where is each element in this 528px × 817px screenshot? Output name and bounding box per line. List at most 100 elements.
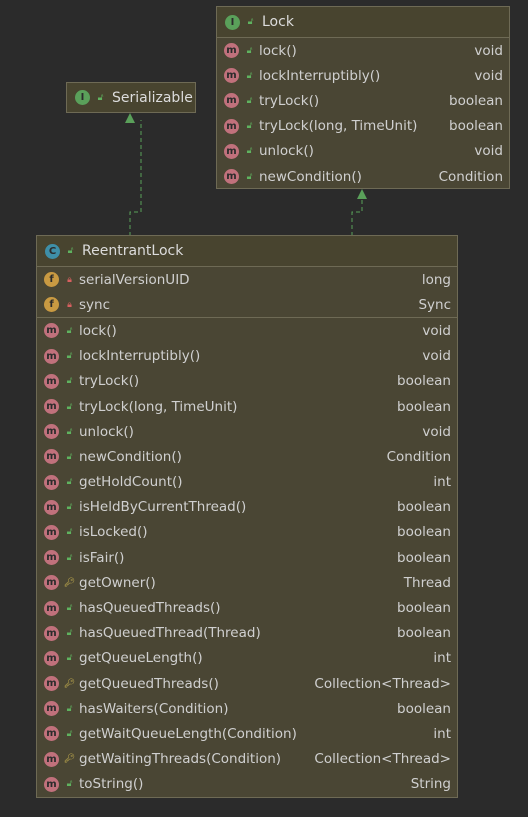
reentrant-methods-row[interactable]: m 🔓︎ hasQueuedThreads() boolean — [37, 595, 457, 620]
reentrant-methods-label: tryLock() — [79, 373, 140, 390]
reentrant-methods-row[interactable]: m 🔓︎ lock() void — [37, 318, 457, 343]
method-icon: m — [44, 751, 59, 767]
lock-methods-row[interactable]: m 🔓︎ newCondition() Condition — [217, 164, 509, 189]
reentrantlock-methods: m 🔓︎ lock() void m 🔓︎ lockInterruptibly() void m… — [37, 317, 457, 797]
public-icon: 🔓︎ — [66, 325, 73, 336]
method-icon: m — [224, 143, 239, 159]
public-icon: 🔓︎ — [246, 121, 253, 132]
lock-methods-row[interactable]: m 🔓︎ tryLock(long, TimeUnit) boolean — [217, 114, 509, 139]
reentrant-methods-row[interactable]: m 🔑︎ getQueuedThreads() Collection<Thread> — [37, 671, 457, 696]
public-icon: 🔓︎ — [66, 401, 73, 412]
reentrant-methods-type: void — [422, 322, 451, 339]
reentrantlock-fields: f 🔒︎ serialVersionUID long f 🔒︎ sync Sync — [37, 267, 457, 317]
reentrant-methods-type: boolean — [397, 373, 451, 390]
reentrant-methods-row[interactable]: m 🔓︎ tryLock() boolean — [37, 369, 457, 394]
lock-methods-row[interactable]: m 🔓︎ lock() void — [217, 38, 509, 63]
lock-methods-label: lockInterruptibly() — [259, 67, 381, 84]
public-icon: 🔓︎ — [66, 552, 73, 563]
reentrant-methods-type: boolean — [397, 499, 451, 516]
reentrant-methods-label: getQueueLength() — [79, 650, 203, 667]
lock-methods-type: void — [474, 67, 503, 84]
public-icon: 🔓︎ — [66, 502, 73, 513]
public-icon: 🔓︎ — [66, 426, 73, 437]
reentrant-methods-row[interactable]: m 🔓︎ isHeldByCurrentThread() boolean — [37, 495, 457, 520]
reentrant-methods-label: tryLock(long, TimeUnit) — [79, 398, 238, 415]
method-icon: m — [44, 550, 59, 566]
lock-methods-row[interactable]: m 🔓︎ lockInterruptibly() void — [217, 63, 509, 88]
public-icon: 🔓︎ — [246, 70, 253, 81]
method-icon: m — [44, 650, 59, 666]
reentrant-methods-type: String — [410, 776, 451, 793]
reentrant-methods-label: lockInterruptibly() — [79, 348, 201, 365]
serializable-node[interactable]: I 🔓︎ Serializable — [66, 82, 196, 113]
method-icon: m — [44, 474, 59, 490]
method-icon: m — [44, 726, 59, 742]
reentrant-methods-type: int — [433, 650, 451, 667]
lock-methods-type: Condition — [438, 168, 503, 185]
lock-methods-label: tryLock(long, TimeUnit) — [259, 118, 418, 135]
reentrant-methods-row[interactable]: m 🔓︎ hasQueuedThread(Thread) boolean — [37, 621, 457, 646]
class-icon: C — [45, 243, 60, 259]
method-icon: m — [44, 499, 59, 515]
method-icon: m — [44, 776, 59, 792]
public-icon: 🔓︎ — [66, 603, 73, 614]
reentrant-methods-label: isFair() — [79, 549, 125, 566]
lock-methods-type: boolean — [449, 118, 503, 135]
method-icon: m — [224, 118, 239, 134]
reentrant-methods-row[interactable]: m 🔓︎ getWaitQueueLength(Condition) int — [37, 721, 457, 746]
public-icon: 🔓︎ — [66, 653, 73, 664]
reentrantlock-node[interactable]: C 🔓︎ ReentrantLock f 🔒︎ serialVersionUID lo… — [36, 235, 458, 798]
reentrant-methods-row[interactable]: m 🔓︎ unlock() void — [37, 419, 457, 444]
reentrant-methods-label: getWaitQueueLength(Condition) — [79, 725, 297, 742]
interface-icon: I — [225, 14, 240, 30]
lock-methods-row[interactable]: m 🔓︎ tryLock() boolean — [217, 88, 509, 113]
reentrant-methods-type: boolean — [397, 398, 451, 415]
reentrant-methods-label: lock() — [79, 322, 117, 339]
public-icon: 🔓︎ — [246, 45, 253, 56]
reentrant-methods-row[interactable]: m 🔑︎ getWaitingThreads(Condition) Collectio… — [37, 747, 457, 772]
reentrant-methods-row[interactable]: m 🔓︎ hasWaiters(Condition) boolean — [37, 696, 457, 721]
reentrant-fields-type: Sync — [418, 296, 451, 313]
method-icon: m — [44, 348, 59, 364]
implements-arrow-lock — [351, 197, 363, 236]
public-icon: 🔓︎ — [246, 171, 253, 182]
lock-methods-type: boolean — [449, 92, 503, 109]
method-icon: m — [224, 68, 239, 84]
private-icon: 🔒︎ — [67, 299, 72, 310]
reentrant-methods-label: hasQueuedThread(Thread) — [79, 625, 261, 642]
reentrant-methods-row[interactable]: m 🔓︎ tryLock(long, TimeUnit) boolean — [37, 394, 457, 419]
lock-node[interactable]: I 🔓︎ Lock m 🔓︎ lock() void m 🔓︎ lockInterrupti… — [216, 6, 510, 189]
method-icon: m — [44, 424, 59, 440]
reentrant-methods-row[interactable]: m 🔓︎ isLocked() boolean — [37, 520, 457, 545]
implements-arrow-serializable — [129, 120, 142, 236]
reentrant-methods-label: isLocked() — [79, 524, 148, 541]
reentrant-methods-row[interactable]: m 🔓︎ isFair() boolean — [37, 545, 457, 570]
lock-methods-row[interactable]: m 🔓︎ unlock() void — [217, 139, 509, 164]
reentrant-methods-row[interactable]: m 🔓︎ toString() String — [37, 772, 457, 797]
reentrant-methods-type: int — [433, 474, 451, 491]
reentrant-methods-label: toString() — [79, 776, 144, 793]
lock-methods-label: newCondition() — [259, 168, 362, 185]
protected-icon: 🔑︎ — [63, 754, 76, 765]
public-icon: 🔓︎ — [67, 246, 74, 256]
reentrant-methods-row[interactable]: m 🔓︎ getQueueLength() int — [37, 646, 457, 671]
reentrant-fields-row[interactable]: f 🔒︎ sync Sync — [37, 292, 457, 317]
interface-icon: I — [75, 90, 90, 105]
reentrant-methods-row[interactable]: m 🔓︎ newCondition() Condition — [37, 444, 457, 469]
method-icon: m — [44, 676, 59, 692]
private-icon: 🔒︎ — [67, 274, 72, 285]
reentrant-fields-row[interactable]: f 🔒︎ serialVersionUID long — [37, 267, 457, 292]
public-icon: 🔓︎ — [246, 95, 253, 106]
reentrant-methods-type: void — [422, 348, 451, 365]
method-icon: m — [44, 373, 59, 389]
method-icon: m — [44, 575, 59, 591]
reentrant-methods-label: getHoldCount() — [79, 474, 183, 491]
reentrant-methods-row[interactable]: m 🔓︎ getHoldCount() int — [37, 470, 457, 495]
lock-title: Lock — [262, 14, 294, 30]
public-icon: 🔓︎ — [66, 351, 73, 362]
reentrant-methods-label: getQueuedThreads() — [79, 675, 219, 692]
reentrant-methods-type: boolean — [397, 549, 451, 566]
lock-methods: m 🔓︎ lock() void m 🔓︎ lockInterruptibly() void m… — [217, 38, 509, 189]
reentrant-methods-row[interactable]: m 🔓︎ lockInterruptibly() void — [37, 344, 457, 369]
reentrant-methods-row[interactable]: m 🔑︎ getOwner() Thread — [37, 570, 457, 595]
